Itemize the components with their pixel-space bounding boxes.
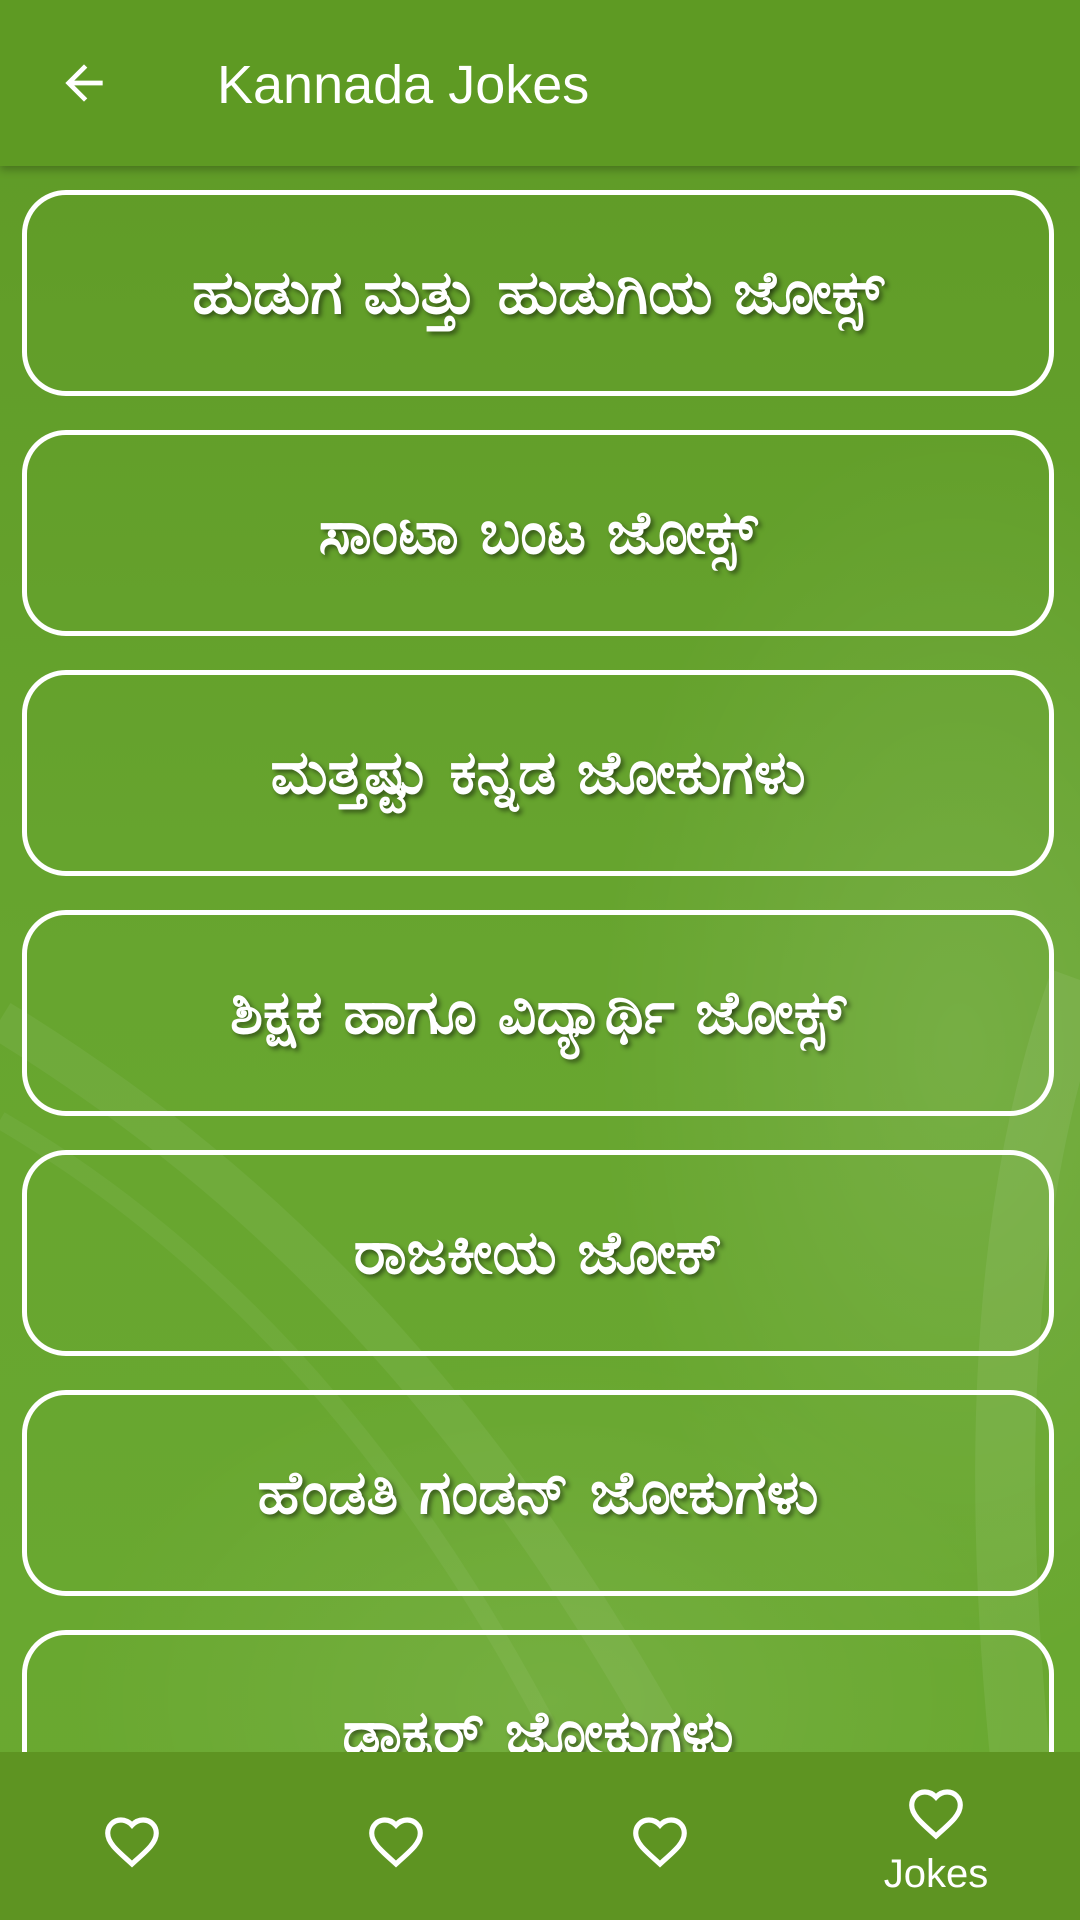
heart-outline-icon: [369, 1817, 423, 1868]
category-button-wife-husband-jokes[interactable]: ಹೆಂಡತಿ ಗಂಡನ್ ಜೋಕುಗಳು: [22, 1390, 1054, 1596]
category-button-more-kannada-jokes[interactable]: ಮತ್ತಷ್ಟು ಕನ್ನಡ ಜೋಕುಗಳು: [22, 670, 1054, 876]
heart-outline-icon: [105, 1817, 159, 1868]
category-label: ರಾಜಕೀಯ ಜೋಕ್: [353, 1218, 723, 1288]
category-label: ಹೆಂಡತಿ ಗಂಡನ್ ಜೋಕುಗಳು: [257, 1458, 819, 1528]
page-title: Kannada Jokes: [217, 55, 590, 115]
category-label: ಸಾಂಟಾ ಬಂಟ ಜೋಕ್ಸ್: [318, 498, 758, 568]
back-button[interactable]: [44, 43, 124, 123]
category-button-political-jokes[interactable]: ರಾಜಕೀಯ ಜೋಕ್: [22, 1150, 1054, 1356]
category-button-doctor-jokes[interactable]: ಡಾಕ್ಟರ್ ಜೋಕುಗಳು: [22, 1630, 1054, 1752]
heart-outline-icon: [633, 1817, 687, 1868]
heart-outline-icon: [909, 1789, 963, 1840]
category-button-santa-banta-jokes[interactable]: ಸಾಂಟಾ ಬಂಟ ಜೋಕ್ಸ್: [22, 430, 1054, 636]
bottom-nav-label-jokes: Jokes: [883, 1852, 989, 1896]
bottom-nav-item-1[interactable]: [0, 1752, 264, 1920]
bottom-navigation: Jokes: [0, 1752, 1080, 1920]
category-label: ಶಿಕ್ಷಕ ಹಾಗೂ ವಿದ್ಯಾರ್ಥಿ ಜೋಕ್ಸ್: [230, 978, 846, 1048]
bottom-nav-item-2[interactable]: [264, 1752, 528, 1920]
app-bar: Kannada Jokes: [0, 0, 1080, 166]
category-button-boy-girl-jokes[interactable]: ಹುಡುಗ ಮತ್ತು ಹುಡುಗಿಯ ಜೋಕ್ಸ್: [22, 190, 1054, 396]
arrow-left-icon: [65, 64, 103, 102]
bottom-nav-item-3[interactable]: [528, 1752, 792, 1920]
category-label: ಮತ್ತಷ್ಟು ಕನ್ನಡ ಜೋಕುಗಳು: [270, 738, 806, 808]
category-label: ಡಾಕ್ಟರ್ ಜೋಕುಗಳು: [342, 1698, 734, 1752]
bottom-nav-item-jokes[interactable]: Jokes: [792, 1752, 1080, 1920]
category-button-teacher-student-jokes[interactable]: ಶಿಕ್ಷಕ ಹಾಗೂ ವಿದ್ಯಾರ್ಥಿ ಜೋಕ್ಸ್: [22, 910, 1054, 1116]
category-label: ಹುಡುಗ ಮತ್ತು ಹುಡುಗಿಯ ಜೋಕ್ಸ್: [192, 258, 884, 328]
category-list[interactable]: ಹುಡುಗ ಮತ್ತು ಹುಡುಗಿಯ ಜೋಕ್ಸ್ ಸಾಂಟಾ ಬಂಟ ಜೋಕ…: [0, 166, 1080, 1752]
